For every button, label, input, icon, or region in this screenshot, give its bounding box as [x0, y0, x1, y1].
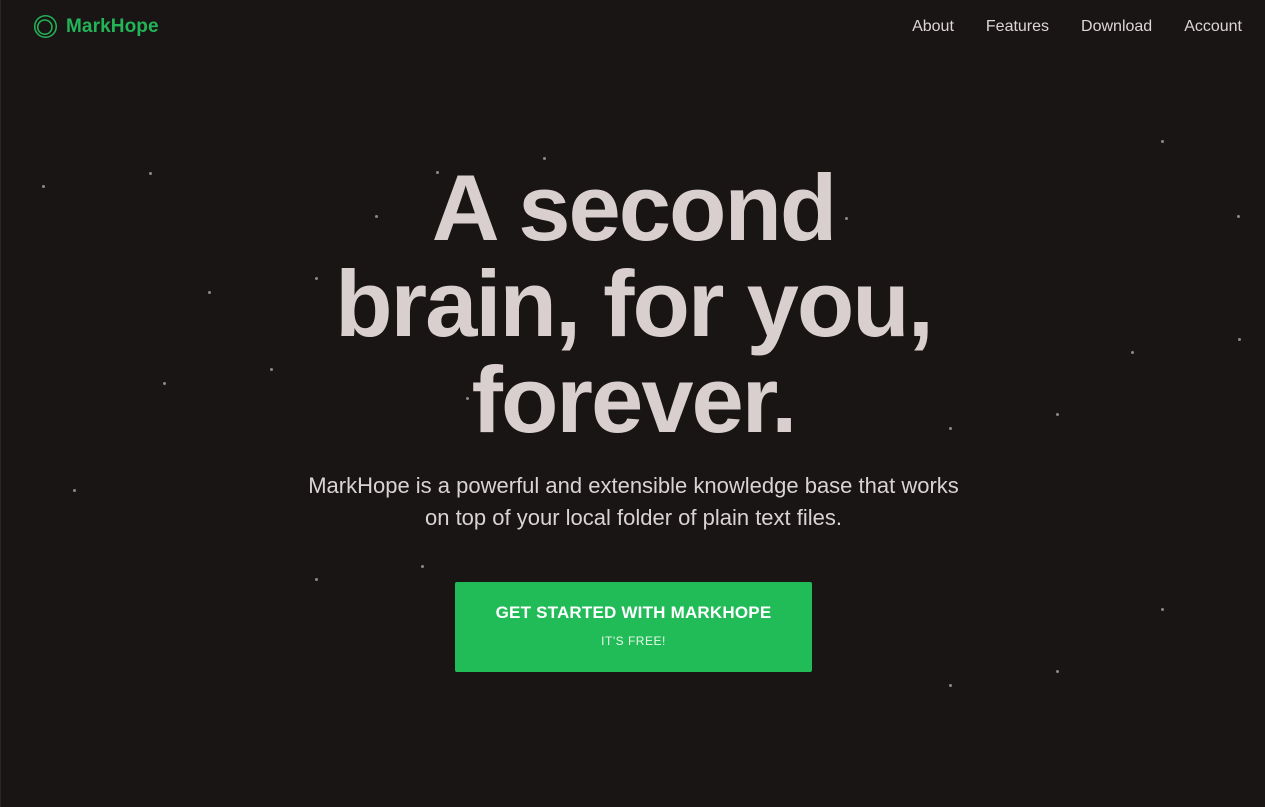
star-dot: [949, 684, 952, 687]
nav-link-download[interactable]: Download: [1081, 18, 1152, 36]
site-header: MarkHope About Features Download Account: [1, 0, 1265, 56]
brand-name: MarkHope: [66, 15, 159, 37]
get-started-button[interactable]: GET STARTED WITH MARKHOPE IT'S FREE!: [455, 582, 812, 672]
nav-link-about[interactable]: About: [912, 18, 954, 36]
get-started-label: GET STARTED WITH MARKHOPE: [495, 603, 772, 622]
nav-link-account[interactable]: Account: [1184, 18, 1242, 36]
brand-home-link[interactable]: MarkHope: [33, 14, 159, 39]
hero-section: A second brain, for you, forever. MarkHo…: [1, 160, 1265, 672]
main-nav: About Features Download Account: [912, 18, 1242, 36]
markhope-logo-icon: [33, 14, 58, 39]
hero-subtitle: MarkHope is a powerful and extensible kn…: [308, 473, 959, 530]
star-dot: [1161, 140, 1164, 143]
nav-link-features[interactable]: Features: [986, 18, 1049, 36]
free-note-label: IT'S FREE!: [601, 634, 666, 648]
hero-headline: A second brain, for you, forever.: [335, 155, 934, 452]
landing-page: MarkHope About Features Download Account: [0, 0, 1265, 807]
